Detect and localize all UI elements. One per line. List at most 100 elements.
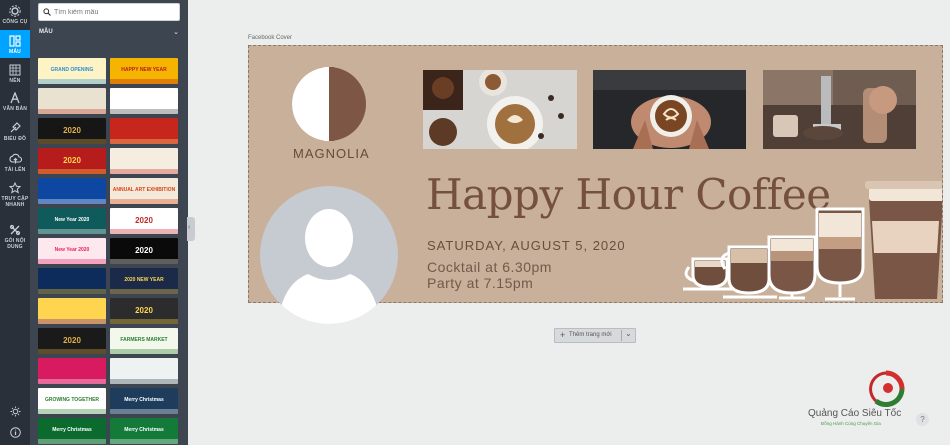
search-icon xyxy=(43,8,51,16)
template-thumbnail[interactable]: GROWING TOGETHER xyxy=(38,388,106,414)
info-icon xyxy=(9,427,21,438)
watermark-name: Quảng Cáo Siêu Tốc xyxy=(808,408,902,419)
coffee-glasses-illustration[interactable] xyxy=(679,181,943,303)
panel-collapse-handle[interactable]: ‹ xyxy=(187,217,195,241)
chart-icon xyxy=(10,122,21,133)
search-input[interactable] xyxy=(54,6,178,18)
template-thumbnail[interactable] xyxy=(38,268,106,294)
rail-theme-toggle[interactable] xyxy=(0,406,30,420)
thumbnail-accent xyxy=(38,229,106,234)
rail-item-tools[interactable]: CÔNG CỤ xyxy=(0,2,30,28)
thumbnail-accent xyxy=(38,199,106,204)
template-section-header[interactable]: MẪU ⌄ xyxy=(38,25,183,43)
brand-name: MAGNOLIA xyxy=(293,146,370,161)
thumbnail-accent xyxy=(38,259,106,264)
thumbnail-text: ANNUAL ART EXHIBITION xyxy=(112,187,176,193)
template-thumbnail[interactable] xyxy=(38,298,106,324)
thumbnail-text: Merry Christmas xyxy=(124,397,164,403)
template-thumbnail[interactable] xyxy=(110,118,178,144)
template-thumbnail[interactable]: FARMERS MARKET xyxy=(110,328,178,354)
thumbnail-text: 2020 xyxy=(135,246,153,255)
thumbnail-text: GRAND OPENING xyxy=(50,67,94,73)
template-thumbnail[interactable] xyxy=(38,88,106,114)
template-thumbnail[interactable] xyxy=(38,178,106,204)
template-thumbnail[interactable]: New Year 2020 xyxy=(38,238,106,264)
rail-item-content-bundle[interactable]: GÓI NỘI DUNG xyxy=(0,222,30,254)
template-thumbnail[interactable]: 2020 xyxy=(110,298,178,324)
template-thumbnail[interactable]: 2020 NEW YEAR xyxy=(110,268,178,294)
theme-icon xyxy=(10,406,20,417)
rail-info-button[interactable] xyxy=(0,427,30,441)
thumbnail-text: New Year 2020 xyxy=(54,217,90,223)
template-thumbnail[interactable] xyxy=(38,358,106,384)
rail-item-quick-access[interactable]: TRUY CẬP NHANH xyxy=(0,180,30,212)
template-thumbnail[interactable]: New Year 2020 xyxy=(38,208,106,234)
rail-item-background[interactable]: NỀN xyxy=(0,62,30,86)
template-search[interactable] xyxy=(38,3,180,21)
template-thumbnail[interactable]: 2020 xyxy=(38,118,106,144)
template-thumbnail[interactable]: ANNUAL ART EXHIBITION xyxy=(110,178,178,204)
thumbnail-text: GROWING TOGETHER xyxy=(44,397,100,403)
template-thumbnail[interactable] xyxy=(110,88,178,114)
profile-avatar-placeholder[interactable] xyxy=(260,186,398,324)
rail-label: TẢI LÊN xyxy=(4,167,26,173)
thumbnail-text: 2020 xyxy=(63,336,81,345)
thumbnail-accent xyxy=(110,409,178,414)
template-panel: MẪU ⌄ GRAND OPENING HAPPY NEW YEAR 2020 202… xyxy=(30,0,188,445)
thumbnail-accent xyxy=(110,319,178,324)
brand-logo-icon xyxy=(869,370,905,407)
coffee-photo-1[interactable] xyxy=(423,70,577,149)
plus-icon: + xyxy=(560,330,566,340)
coffee-photo-3[interactable] xyxy=(763,70,916,149)
template-thumbnail[interactable]: 2020 xyxy=(110,238,178,264)
thumbnail-text: 2020 xyxy=(63,126,81,135)
rail-label: BIỂU ĐỒ xyxy=(3,136,27,142)
template-thumbnail[interactable]: 2020 xyxy=(38,328,106,354)
template-thumbnail[interactable] xyxy=(110,358,178,384)
chevron-down-icon[interactable]: ⌄ xyxy=(625,329,632,338)
rail-item-templates[interactable]: MẪU xyxy=(0,30,30,58)
divider xyxy=(621,330,622,341)
event-line-1[interactable]: Cocktail at 6.30pm xyxy=(427,259,552,275)
template-thumbnail[interactable]: GRAND OPENING xyxy=(38,58,106,84)
thumbnail-accent xyxy=(110,379,178,384)
thumbnail-accent xyxy=(110,349,178,354)
template-thumbnail[interactable]: 2020 xyxy=(38,148,106,174)
add-new-page-button[interactable]: + Thêm trang mới ⌄ xyxy=(554,328,636,343)
template-thumbnail[interactable]: Merry Christmas xyxy=(110,388,178,414)
event-line-2[interactable]: Party at 7.15pm xyxy=(427,275,533,291)
rail-label: MẪU xyxy=(9,49,21,55)
thumbnail-text: Merry Christmas xyxy=(52,427,92,433)
thumbnail-accent xyxy=(38,79,106,84)
star-icon xyxy=(9,182,21,194)
rail-label: VĂN BẢN xyxy=(2,106,28,112)
template-thumbnail[interactable]: 2020 xyxy=(110,208,178,234)
rail-label: TRUY CẬP NHANH xyxy=(1,196,29,208)
template-icon xyxy=(9,35,21,47)
event-date[interactable]: SATURDAY, AUGUST 5, 2020 xyxy=(427,238,626,253)
thumbnail-accent xyxy=(38,319,106,324)
thumbnail-text: 2020 NEW YEAR xyxy=(124,277,164,283)
help-button[interactable]: ? xyxy=(916,413,929,426)
template-thumbnail[interactable] xyxy=(110,148,178,174)
template-thumbnail[interactable]: HAPPY NEW YEAR xyxy=(110,58,178,84)
thumbnail-accent xyxy=(38,379,106,384)
tool-rail: CÔNG CỤ MẪU NỀN VĂN BẢN BIỂU ĐỒ TẢI LÊN … xyxy=(0,0,30,445)
thumbnail-accent xyxy=(110,79,178,84)
rail-item-text[interactable]: VĂN BẢN xyxy=(0,90,30,114)
thumbnail-text: 2020 xyxy=(63,156,81,165)
watermark-slogan: Đồng Hành Cùng Chuyên Gia xyxy=(821,421,881,426)
template-thumbnail[interactable]: Merry Christmas xyxy=(110,418,178,444)
background-icon xyxy=(9,64,21,76)
coffee-photo-2[interactable] xyxy=(593,70,746,149)
rail-item-upload[interactable]: TẢI LÊN xyxy=(0,151,30,175)
thumbnail-accent xyxy=(38,439,106,444)
thumbnail-accent xyxy=(38,409,106,414)
rail-item-charts[interactable]: BIỂU ĐỒ xyxy=(0,120,30,144)
thumbnail-accent xyxy=(38,289,106,294)
thumbnail-text: 2020 xyxy=(135,306,153,315)
thumbnail-accent xyxy=(38,139,106,144)
rail-label: NỀN xyxy=(9,78,21,84)
template-thumbnail[interactable]: Merry Christmas xyxy=(38,418,106,444)
thumbnail-accent xyxy=(110,139,178,144)
